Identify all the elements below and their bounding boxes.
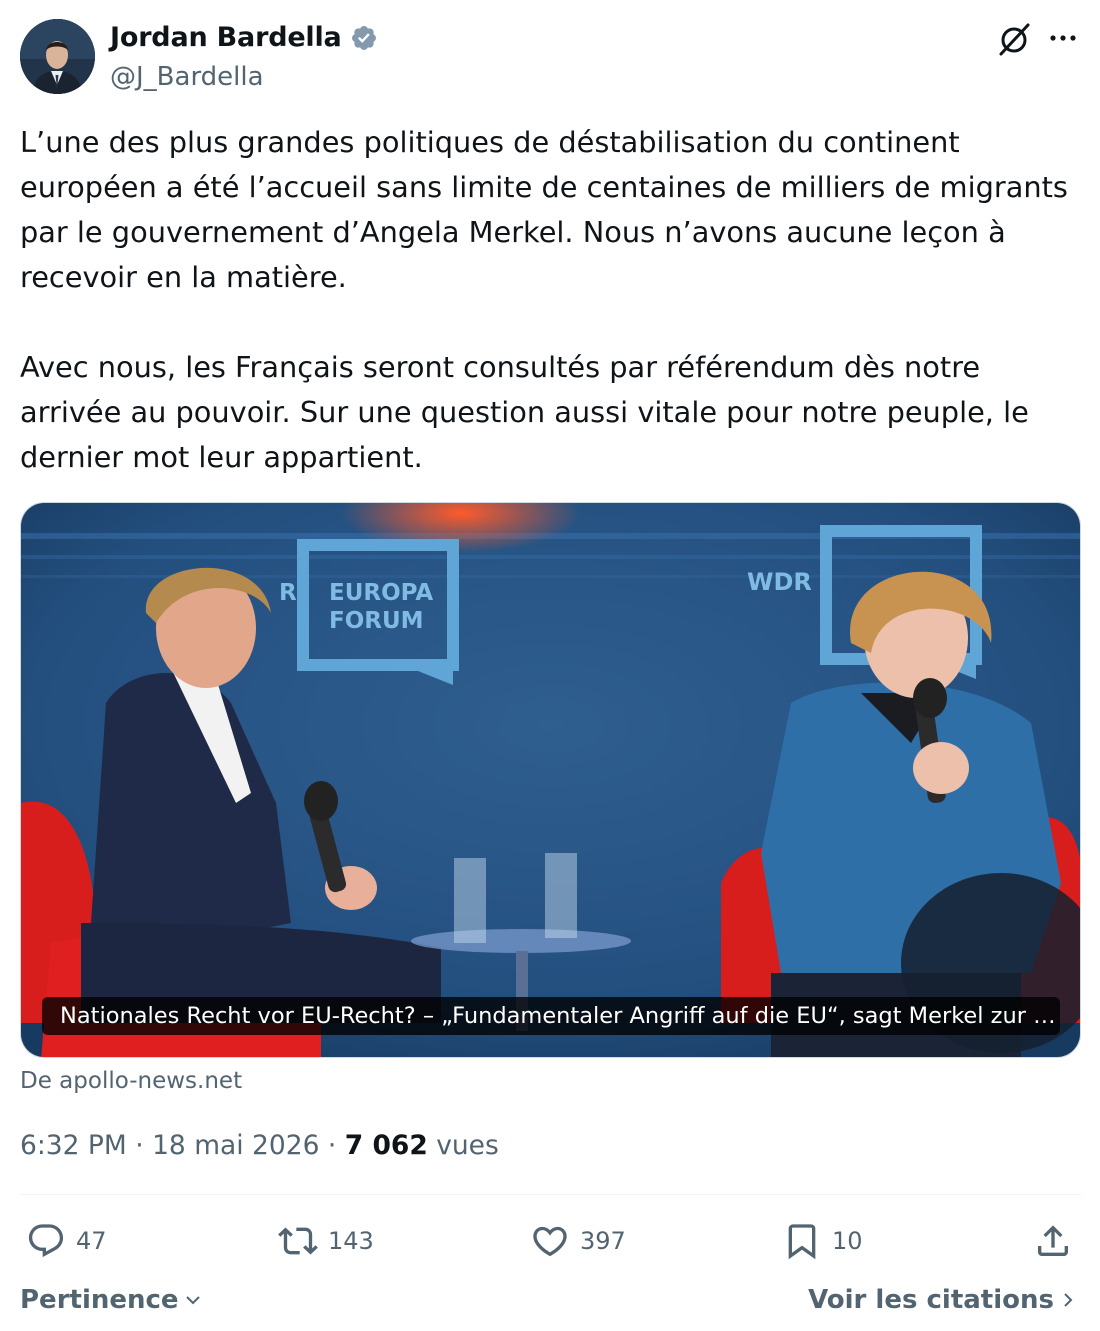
- card-image: EUROPA FORUM R WDR: [21, 503, 1080, 1057]
- repost-button[interactable]: 143: [278, 1218, 374, 1264]
- verified-badge-icon: [351, 25, 376, 50]
- tweet-time[interactable]: 6:32 PM: [20, 1130, 127, 1161]
- like-button[interactable]: 397: [530, 1218, 626, 1264]
- sign-left-line1: EUROPA: [329, 580, 433, 606]
- reply-icon: [28, 1224, 64, 1258]
- like-icon: [533, 1226, 567, 1257]
- bookmark-button[interactable]: 10: [782, 1218, 863, 1264]
- chevron-right-icon: [1064, 1293, 1073, 1307]
- grok-icon[interactable]: [995, 20, 1033, 58]
- meta-separator: ·: [319, 1130, 345, 1161]
- meta-separator: ·: [126, 1130, 153, 1161]
- bookmark-count: 10: [832, 1227, 863, 1255]
- tweet-paragraph-1: L’une des plus grandes politiques de dés…: [20, 125, 1078, 294]
- views-count: 7 062: [344, 1130, 428, 1161]
- card-source-link[interactable]: De apollo-news.net: [20, 1068, 242, 1094]
- more-icon[interactable]: [1045, 26, 1081, 50]
- sign-right-partial: WDR: [747, 568, 812, 596]
- sort-label: Pertinence: [20, 1285, 179, 1315]
- like-count: 397: [580, 1227, 626, 1255]
- avatar[interactable]: [20, 19, 95, 94]
- card-caption: Nationales Recht vor EU-Recht? – „Fundam…: [42, 997, 1060, 1035]
- repost-count: 143: [328, 1227, 374, 1255]
- sign-left-line2: FORUM: [329, 608, 424, 634]
- bookmark-icon: [788, 1224, 816, 1260]
- author-handle[interactable]: @J_Bardella: [110, 62, 264, 92]
- sign-left-partial: R: [279, 580, 297, 606]
- tweet-text: L’une des plus grandes politiques de dés…: [20, 120, 1085, 480]
- chevron-down-icon: [185, 1296, 200, 1305]
- author-name-row[interactable]: Jordan Bardella: [110, 22, 378, 53]
- view-quotes-link[interactable]: Voir les citations: [808, 1285, 1078, 1315]
- quotes-label: Voir les citations: [808, 1285, 1054, 1315]
- share-icon: [1038, 1225, 1068, 1256]
- reply-count: 47: [76, 1227, 107, 1255]
- tweet-meta: 6:32 PM · 18 mai 2026 · 7 062 vues: [20, 1130, 499, 1161]
- tweet-paragraph-2: Avec nous, les Français seront consultés…: [20, 350, 1038, 474]
- repost-icon: [278, 1227, 318, 1255]
- author-name[interactable]: Jordan Bardella: [110, 22, 342, 53]
- views-label: vues: [436, 1130, 499, 1161]
- avatar-image: [20, 19, 95, 94]
- sort-dropdown[interactable]: Pertinence: [20, 1285, 203, 1315]
- share-button[interactable]: [1033, 1218, 1073, 1264]
- reply-button[interactable]: 47: [26, 1218, 107, 1264]
- divider: [20, 1194, 1081, 1195]
- link-card[interactable]: EUROPA FORUM R WDR Nationales Recht vor …: [20, 502, 1081, 1058]
- tweet-date[interactable]: 18 mai 2026: [152, 1130, 319, 1161]
